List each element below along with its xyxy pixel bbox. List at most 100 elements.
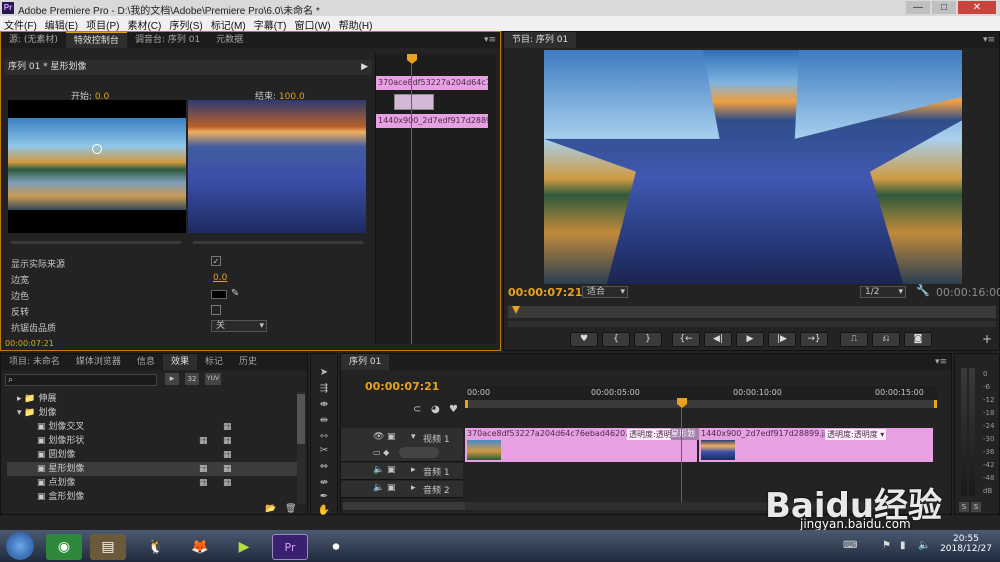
export-frame-button[interactable]: ◙: [904, 332, 932, 347]
mark-in-button[interactable]: {: [602, 332, 630, 347]
tree-folder-stretch[interactable]: ▸ 📁 伸展: [17, 392, 56, 406]
lift-button[interactable]: ⎍: [840, 332, 868, 347]
delete-icon[interactable]: 🗑: [285, 504, 296, 514]
rate-stretch-tool-icon[interactable]: ⇿: [317, 430, 331, 444]
add-marker-icon[interactable]: ♥: [449, 404, 458, 415]
antialias-dropdown[interactable]: 关 ▾: [211, 320, 267, 332]
pen-tool-icon[interactable]: ✒: [317, 490, 331, 504]
effects-search-input[interactable]: ⌕: [5, 374, 157, 386]
eyedropper-icon[interactable]: ✎: [231, 288, 239, 299]
video-clip-1[interactable]: 370ace8df53227a204d64c76ebad4620.jpg 透明度…: [465, 428, 697, 462]
timeline-timecode[interactable]: 00:00:07:21: [365, 380, 439, 393]
menu-sequence[interactable]: 序列(S): [165, 16, 206, 32]
yuv-effects-icon[interactable]: YUV: [205, 373, 221, 385]
tree-item-iris-cross[interactable]: ▣ 划像交叉 ▦: [37, 420, 297, 434]
panel-menu-icon[interactable]: ▾≡: [983, 35, 999, 45]
tree-item-iris-shapes[interactable]: ▣ 划像形状 ▦ ▦: [37, 434, 297, 448]
wrench-icon[interactable]: 🔧: [916, 284, 930, 297]
qq-taskbar-icon[interactable]: 🐧: [138, 534, 174, 560]
add-button-icon[interactable]: +: [982, 332, 992, 346]
video-app-taskbar-icon[interactable]: ▶: [226, 534, 262, 560]
audio1-track-header[interactable]: 🔈 ▣ ▸ 音频 1: [341, 463, 463, 480]
tree-item-iris-box[interactable]: ▣ 盒形划像: [37, 490, 297, 504]
transition-block[interactable]: 星形划: [671, 428, 699, 440]
program-zoom-bar[interactable]: [508, 321, 996, 327]
tray-clock[interactable]: 20:55 2018/12/27: [940, 534, 992, 554]
border-width-value[interactable]: 0.0: [213, 273, 227, 283]
tab-markers[interactable]: 标记: [197, 354, 231, 370]
tab-history[interactable]: 历史: [231, 354, 265, 370]
fit-dropdown[interactable]: 适合 ▾: [582, 286, 628, 298]
play-button[interactable]: ▶: [736, 332, 764, 347]
explorer-taskbar-icon[interactable]: ▤: [90, 534, 126, 560]
menu-window[interactable]: 窗口(W): [290, 16, 334, 32]
solo-right-button[interactable]: S: [971, 502, 981, 512]
premiere-taskbar-icon[interactable]: Pr: [272, 534, 308, 560]
timeline-ruler[interactable]: 00:00 00:00:05:00 00:00:10:00 00:00:15:0…: [465, 386, 937, 408]
tree-item-iris-points[interactable]: ▣ 点划像 ▦ ▦: [37, 476, 297, 490]
extract-button[interactable]: ⎌: [872, 332, 900, 347]
program-playhead-icon[interactable]: [512, 306, 520, 314]
display-style-icon[interactable]: ▭ ◆: [373, 448, 389, 457]
tray-network-icon[interactable]: ▮: [900, 540, 906, 551]
expand-arrow-icon[interactable]: ▸: [411, 483, 416, 493]
step-forward-button[interactable]: |▶: [768, 332, 796, 347]
go-to-in-button[interactable]: {←: [672, 332, 700, 347]
tab-info[interactable]: 信息: [129, 354, 163, 370]
ripple-edit-tool-icon[interactable]: ⇼: [317, 398, 331, 412]
panel-menu-icon[interactable]: ▾≡: [484, 35, 500, 45]
solo-left-button[interactable]: S: [959, 502, 969, 512]
effects-scrollbar[interactable]: [297, 392, 305, 504]
new-bin-icon[interactable]: 📂: [265, 504, 276, 514]
timeline-h-scrollbar-left[interactable]: [343, 502, 473, 510]
tree-item-iris-star[interactable]: ▣ 星形划像 ▦ ▦: [7, 462, 297, 476]
expand-arrow-icon[interactable]: ▸: [411, 465, 416, 475]
close-button[interactable]: ✕: [958, 1, 996, 14]
linked-selection-icon[interactable]: ◕: [431, 404, 440, 415]
ec-transition-block[interactable]: [394, 94, 434, 110]
lock-icon[interactable]: ▣: [387, 483, 396, 493]
selection-tool-icon[interactable]: ➤: [317, 366, 331, 380]
rolling-edit-tool-icon[interactable]: ⇹: [317, 414, 331, 428]
tab-media-browser[interactable]: 媒体浏览器: [68, 354, 129, 370]
program-scrubber[interactable]: [508, 306, 996, 318]
resolution-dropdown[interactable]: 1/2 ▾: [860, 286, 906, 298]
ec-clip-b[interactable]: 1440x900_2d7edf917d28899: [376, 114, 488, 128]
keyframe-nav[interactable]: [399, 447, 439, 458]
audio2-track-header[interactable]: 🔈 ▣ ▸ 音频 2: [341, 481, 463, 498]
ec-timecode[interactable]: 00:00:07:21: [5, 339, 54, 348]
tab-effect-controls[interactable]: 特效控制台: [65, 32, 127, 48]
razor-tool-icon[interactable]: ✂: [317, 444, 331, 458]
maximize-button[interactable]: □: [932, 1, 956, 14]
menu-title[interactable]: 字幕(T): [250, 16, 291, 32]
tray-volume-icon[interactable]: 🔈: [918, 540, 930, 551]
slide-tool-icon[interactable]: ⇎: [317, 476, 331, 490]
video-track-header[interactable]: 👁 ▣ ▾ 视频 1 ▭ ◆: [341, 428, 463, 462]
ec-clip-a[interactable]: 370ace8df53227a204d64c76e: [376, 76, 488, 90]
tab-program[interactable]: 节目: 序列 01: [504, 32, 577, 48]
snap-icon[interactable]: ⊂: [413, 404, 421, 415]
lock-icon[interactable]: ▣: [387, 465, 396, 475]
menu-help[interactable]: 帮助(H): [335, 16, 377, 32]
tray-flag-icon[interactable]: ⚑: [882, 540, 891, 551]
tab-sequence[interactable]: 序列 01: [341, 354, 390, 370]
accelerated-effects-icon[interactable]: ▸: [165, 373, 179, 385]
video-clip-2[interactable]: 1440x900_2d7edf917d28899.jpg 透明度:透明度 ▾: [699, 428, 933, 462]
start-slider[interactable]: [11, 241, 181, 244]
go-to-out-button[interactable]: →}: [800, 332, 828, 347]
end-slider[interactable]: [193, 241, 363, 244]
ec-mini-timeline[interactable]: 370ace8df53227a204d64c76e 1440x900_2d7ed…: [375, 54, 496, 344]
menu-file[interactable]: 文件(F): [0, 16, 41, 32]
menu-edit[interactable]: 编辑(E): [41, 16, 82, 32]
work-area-bar[interactable]: [465, 400, 937, 408]
speaker-icon[interactable]: 🔈: [373, 465, 384, 475]
tree-item-iris-round[interactable]: ▣ 圆划像 ▦: [37, 448, 297, 462]
expand-arrow-icon[interactable]: ▶: [361, 60, 368, 75]
collapse-arrow-icon[interactable]: ▾: [411, 432, 416, 442]
track-select-tool-icon[interactable]: ⇶: [317, 382, 331, 396]
show-actual-sources-checkbox[interactable]: ✓: [211, 256, 221, 266]
menu-clip[interactable]: 素材(C): [123, 16, 165, 32]
tab-source[interactable]: 源: (无素材): [1, 32, 66, 48]
clip2-effect-menu[interactable]: 透明度:透明度 ▾: [825, 429, 887, 440]
lock-icon[interactable]: ▣: [387, 432, 396, 442]
